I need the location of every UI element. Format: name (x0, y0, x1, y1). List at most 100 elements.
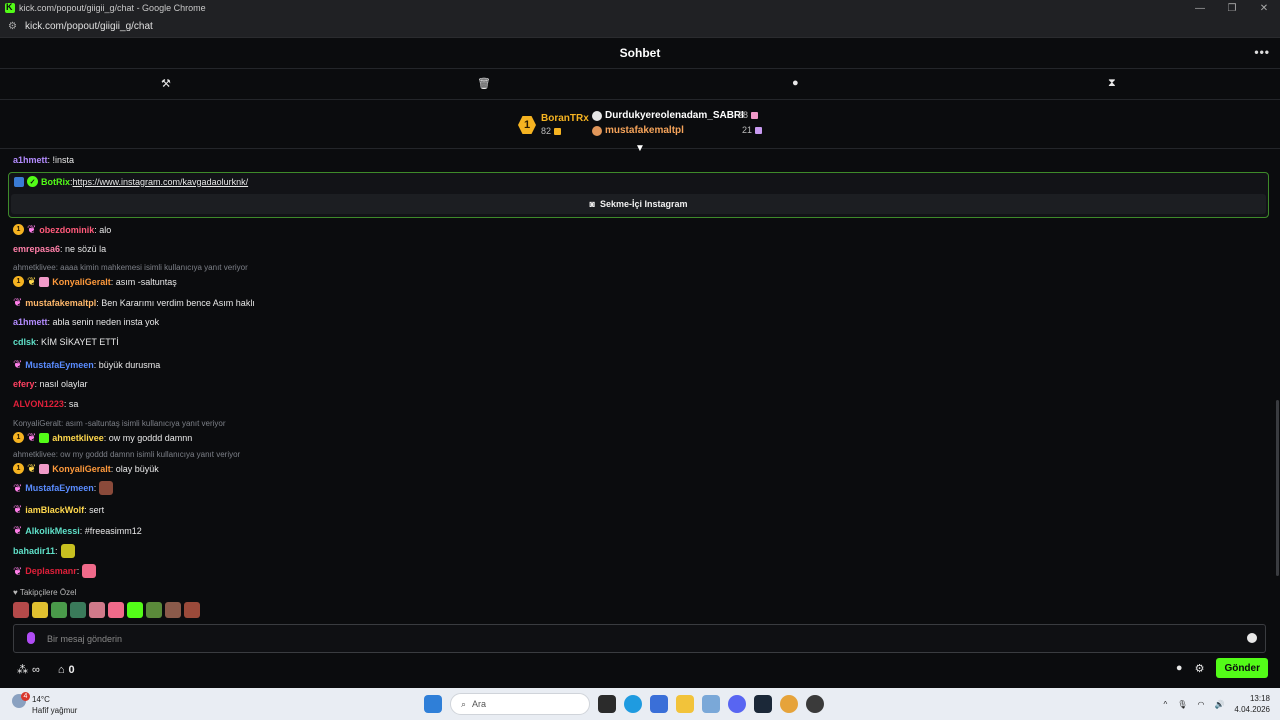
username[interactable]: efery (13, 379, 35, 389)
message-text: : ne sözü la (60, 244, 107, 254)
followers-only-label: ♥ Takipçilere Özel (13, 588, 77, 597)
pin-hammer-icon[interactable]: ⚒ (161, 77, 171, 90)
leader-third[interactable]: mustafakemaltpl 21 (592, 123, 763, 138)
verified-badge-icon: ✓ (27, 176, 38, 187)
url-text[interactable]: kick.com/popout/giigii_g/chat (25, 21, 153, 32)
start-windows-icon[interactable] (424, 695, 442, 713)
message-text: : büyük durusma (93, 359, 161, 370)
reply-context[interactable]: KonyaliGeralt: asım -saltuntaş isimli ku… (13, 419, 226, 428)
settings-app-icon[interactable] (702, 695, 720, 713)
username[interactable]: cdlsk (13, 337, 36, 347)
message-input-box (13, 624, 1266, 653)
username[interactable]: ALVON1223 (13, 399, 64, 409)
username[interactable]: KonyaliGeralt (52, 464, 111, 474)
close-button[interactable]: ✕ (1248, 0, 1280, 16)
username[interactable]: KonyaliGeralt (52, 277, 111, 287)
message-text: : sa (63, 399, 79, 409)
username[interactable]: a1hmett (13, 317, 48, 327)
leader-first[interactable]: 1 BoranTRx 82 (518, 112, 589, 138)
reply-context[interactable]: ahmetklivee: aaaa kimin mahkemesi isimli… (13, 263, 248, 272)
bot-badge-icon (14, 176, 24, 187)
username[interactable]: a1hmett (13, 155, 48, 165)
emote-button[interactable] (51, 602, 67, 618)
username[interactable]: obezdominik (39, 225, 94, 235)
leader-second-count: 28 (738, 110, 749, 120)
notification-badge: 4 (21, 692, 30, 701)
username[interactable]: Deplasmanr (25, 566, 77, 576)
address-bar[interactable]: ⚙ kick.com/popout/giigii_g/chat (0, 16, 1280, 38)
gift-badge-icon (39, 432, 50, 443)
chat-scrollbar[interactable] (1276, 400, 1279, 576)
gift-icon (755, 127, 763, 134)
clock[interactable]: 13:18 4.04.2026 (1234, 693, 1270, 715)
chrome-icon[interactable] (780, 695, 798, 713)
taskbar-search[interactable]: ⌕ Ara (450, 693, 590, 715)
message-text: : !insta (47, 155, 75, 165)
username[interactable]: bahadir11 (13, 546, 55, 556)
hex-rank-icon (592, 110, 602, 121)
username[interactable]: MustafaEymeen (25, 483, 94, 493)
emote-button[interactable] (70, 602, 86, 618)
emote-button[interactable] (184, 602, 200, 618)
store-app-icon[interactable] (650, 695, 668, 713)
username[interactable]: AlkolikMessi (25, 526, 80, 536)
emote-image (99, 481, 114, 495)
username[interactable]: emrepasa6 (13, 244, 60, 254)
instagram-tab-button[interactable]: ◙ Sekme-İçi Instagram (11, 194, 1266, 214)
username[interactable]: ahmetklivee (52, 433, 104, 443)
chevron-up-icon[interactable]: ^ (1164, 700, 1168, 709)
app-icon[interactable] (806, 695, 824, 713)
emote-button[interactable] (127, 602, 143, 618)
minimize-button[interactable]: — (1184, 0, 1216, 16)
chat-message: 1 ❦ KonyaliGeralt : asım -saltuntaş (13, 275, 177, 288)
more-icon[interactable]: ••• (1254, 45, 1270, 59)
emote-button[interactable] (32, 602, 48, 618)
expand-leaderboard-icon[interactable]: ▼ (633, 143, 647, 154)
emote-button[interactable] (165, 602, 181, 618)
username[interactable]: MustafaEymeen (25, 360, 94, 370)
chat-message: a1hmett : !insta (13, 155, 74, 165)
reply-context[interactable]: ahmetklivee: ow my goddd damnn isimli ku… (13, 450, 240, 459)
emote-image (82, 564, 97, 578)
site-settings-icon[interactable]: ⚙ (8, 21, 17, 32)
username[interactable]: mustafakemaltpl (25, 298, 96, 308)
restore-button[interactable]: ❐ (1216, 0, 1248, 16)
file-explorer-icon[interactable] (676, 695, 694, 713)
instagram-link[interactable]: https://www.instagram.com/kavgadaolurknk… (73, 177, 249, 187)
username[interactable]: iamBlackWolf (25, 505, 84, 515)
mod-toolbar: ⚒ 🗑 ● ⧗ (0, 69, 1280, 100)
chat-settings-bubble-icon[interactable]: ● (1176, 662, 1183, 674)
trash-icon[interactable]: 🗑 (477, 77, 491, 90)
chat-bubble-icon[interactable]: ● (792, 77, 799, 89)
discord-icon[interactable] (728, 695, 746, 713)
wifi-icon[interactable]: ◠ (1197, 700, 1204, 709)
message-input[interactable] (47, 631, 1227, 647)
hourglass-icon[interactable]: ⧗ (1108, 77, 1116, 90)
emote-button[interactable] (146, 602, 162, 618)
message-text: : KİM SİKAYET ETTİ (36, 337, 119, 347)
leader-first-name: BoranTRx (541, 113, 589, 124)
emote-button[interactable] (13, 602, 29, 618)
channel-points-icon[interactable]: ⁂ (17, 663, 28, 676)
store-icon[interactable]: ⌂ (58, 664, 65, 676)
leader-second[interactable]: Durdukyereolenadam_SABRI 28 (592, 108, 762, 123)
username[interactable]: BotRix (41, 177, 70, 187)
chat-message: ❦ mustafakemaltpl : Ben Kararımı verdim … (13, 296, 255, 309)
message-text: : alo (94, 224, 112, 235)
task-view-icon[interactable] (598, 695, 616, 713)
emoji-picker-icon[interactable] (1247, 633, 1257, 643)
chat-message: ❦ iamBlackWolf : sert (13, 503, 104, 516)
emote-button[interactable] (108, 602, 124, 618)
date: 4.04.2026 (1234, 705, 1270, 714)
microphone-tray-icon[interactable]: 🎙 (1177, 700, 1187, 709)
emote-button[interactable] (89, 602, 105, 618)
send-button[interactable]: Gönder (1216, 658, 1268, 678)
volume-icon[interactable]: 🔊 (1214, 700, 1224, 709)
microphone-icon[interactable] (27, 632, 35, 644)
edge-icon[interactable] (624, 695, 642, 713)
chat-message: a1hmett : abla senin neden insta yok (13, 317, 159, 327)
steam-icon[interactable] (754, 695, 772, 713)
chat-message: efery : nasıl olaylar (13, 379, 88, 389)
gear-icon[interactable]: ⚙ (1195, 662, 1205, 675)
butterfly-badge-icon: ❦ (27, 276, 37, 288)
